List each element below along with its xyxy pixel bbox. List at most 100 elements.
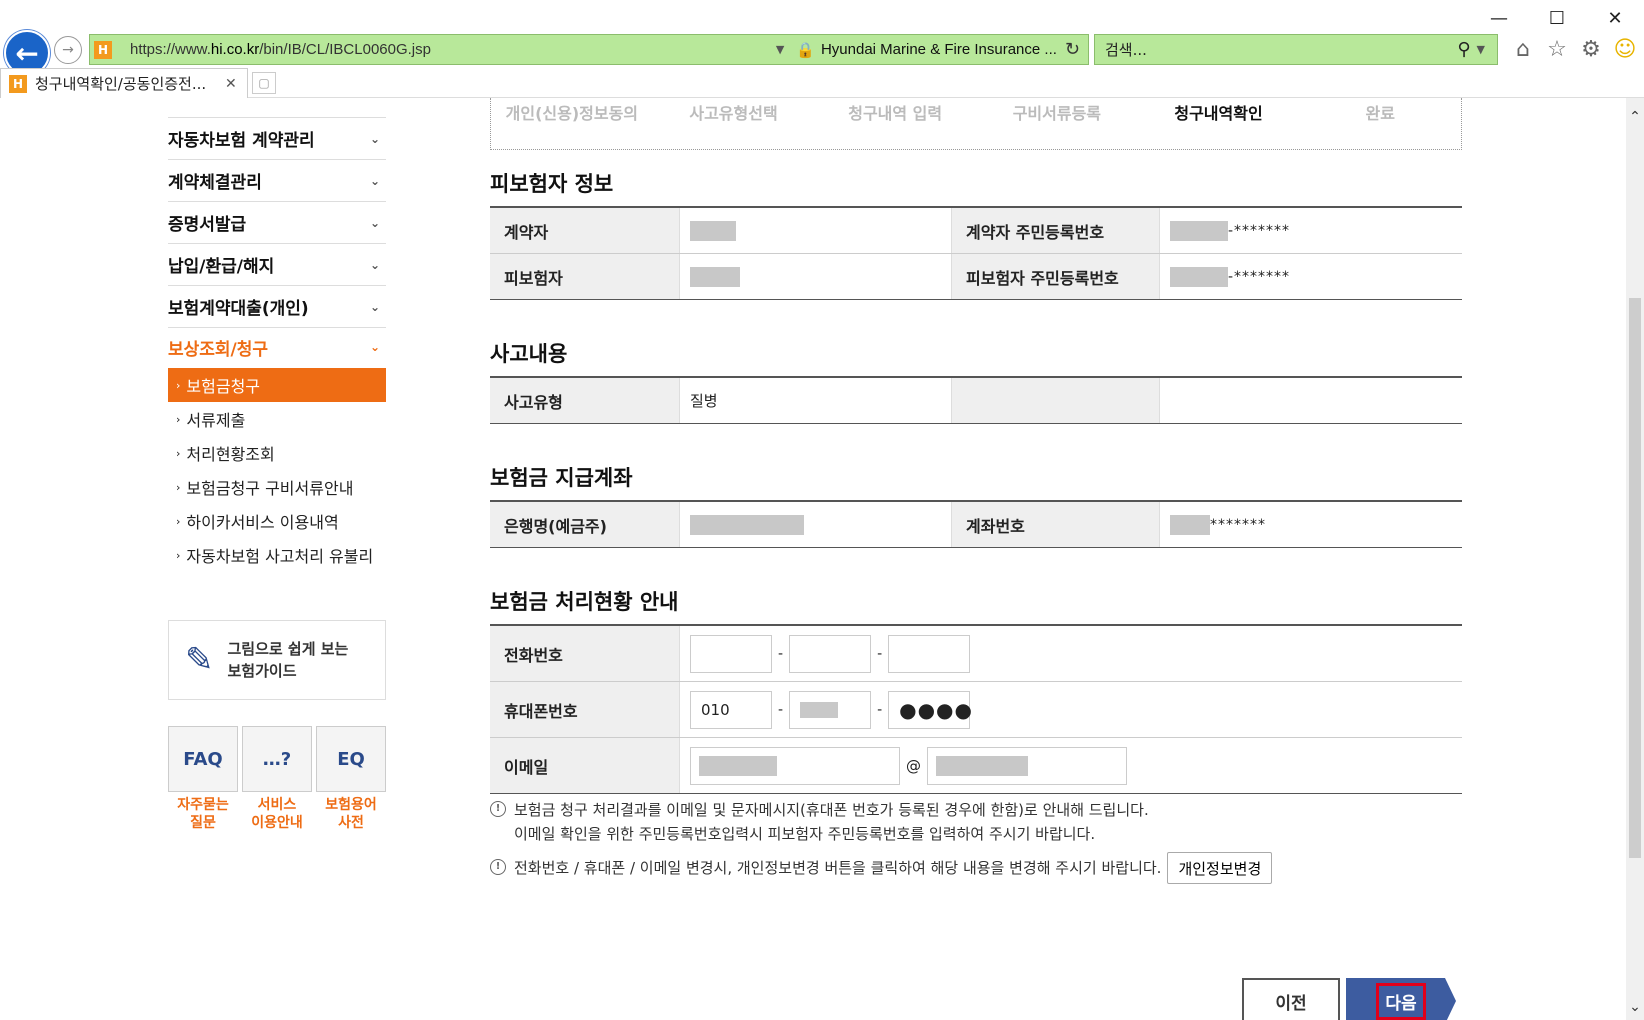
chevron-down-icon: ⌄: [369, 299, 380, 314]
page-scrollbar[interactable]: ⌃ ⌄: [1626, 98, 1644, 1020]
search-input[interactable]: 검색...: [1105, 39, 1457, 60]
tab-title: 청구내역확인/공동인증전...: [35, 75, 207, 93]
phone-field-3[interactable]: [888, 634, 971, 673]
search-dropdown-icon[interactable]: ▼: [1477, 43, 1485, 56]
info-icon: !: [490, 801, 506, 817]
sidebar-item-payment[interactable]: 납입/환급/해지 ⌄: [168, 244, 386, 286]
gear-icon[interactable]: ⚙: [1578, 36, 1604, 62]
step-item: 구비서류등록: [1012, 104, 1102, 123]
step-item: 사고유형선택: [689, 104, 778, 123]
redacted-value: [690, 266, 740, 287]
scroll-up-icon[interactable]: ⌃: [1626, 106, 1644, 128]
phone-field-1[interactable]: [690, 634, 772, 673]
pencil-icon: ✎: [185, 640, 214, 680]
table-row: 계약자 계약자 주민등록번호 -*******: [490, 208, 1462, 254]
redacted-value: [1170, 514, 1210, 535]
sidebar-item-auto-contract[interactable]: 자동차보험 계약관리 ⌄: [168, 118, 386, 160]
phone-field-2[interactable]: [789, 634, 872, 673]
sidebar-subitem[interactable]: › 하이카서비스 이용내역: [168, 504, 386, 538]
chevron-right-icon: ›: [176, 446, 181, 460]
sidebar-item-contract-mgmt[interactable]: 계약체결관리 ⌄: [168, 160, 386, 202]
redacted-value: [1170, 220, 1228, 241]
sidebar-subitem[interactable]: › 자동차보험 사고처리 유불리: [168, 538, 386, 572]
notice-2: ! 전화번호 / 휴대폰 / 이메일 변경시, 개인정보변경 버튼을 클릭하여 …: [490, 852, 1273, 884]
favorites-star-icon[interactable]: ☆: [1544, 36, 1570, 62]
chat-question-icon: …?: [242, 726, 312, 792]
section-title-status: 보험금 처리현황 안내: [490, 590, 679, 614]
section-title-insured: 피보험자 정보: [490, 172, 614, 196]
scroll-thumb[interactable]: [1629, 298, 1641, 858]
toolbar-icons: ⌂ ☆ ⚙ ☺: [1510, 36, 1638, 62]
search-icon[interactable]: ⚲: [1457, 39, 1470, 60]
refresh-icon[interactable]: ↻: [1065, 39, 1080, 60]
notice-1: ! 보험금 청구 처리결과를 이메일 및 문자메시지(휴대폰 번호가 등록된 경…: [490, 798, 1149, 846]
section-title-accident: 사고내용: [490, 342, 568, 366]
section-title-account: 보험금 지급계좌: [490, 466, 633, 490]
scroll-down-icon[interactable]: ⌄: [1626, 996, 1644, 1018]
sidebar-subitem-claim-active[interactable]: › 보험금청구: [168, 368, 386, 402]
account-table: 은행명(예금주) 계좌번호 *******: [490, 500, 1462, 548]
prev-button[interactable]: 이전: [1242, 978, 1340, 1020]
table-row: 전화번호 - -: [490, 626, 1462, 682]
table-row: 피보험자 피보험자 주민등록번호 -*******: [490, 254, 1462, 300]
quick-service-guide[interactable]: …? 서비스 이용안내: [242, 726, 312, 832]
contact-table: 전화번호 - - 휴대폰번호 010- - ●●●● 이메일 @: [490, 624, 1462, 794]
accident-type-value: 질병: [680, 378, 952, 423]
lock-icon[interactable]: 🔒: [796, 41, 815, 59]
redacted-value: [690, 514, 804, 535]
address-bar[interactable]: H https://www.hi.co.kr/bin/IB/CL/IBCL006…: [89, 34, 1089, 65]
email-id-field[interactable]: [690, 746, 900, 785]
mobile-field-3[interactable]: ●●●●: [888, 690, 972, 729]
table-row: 휴대폰번호 010- - ●●●●: [490, 682, 1462, 738]
chevron-right-icon: ›: [176, 514, 181, 528]
chevron-right-icon: ›: [176, 412, 181, 426]
next-button[interactable]: 다음: [1346, 978, 1456, 1020]
tab-favicon-icon: H: [9, 74, 27, 93]
forward-arrow-icon[interactable]: →: [54, 36, 82, 64]
redacted-value: [1170, 266, 1228, 287]
url-text[interactable]: https://www.hi.co.kr/bin/IB/CL/IBCL0060G…: [130, 41, 776, 58]
table-row: 사고유형 질병: [490, 378, 1462, 424]
new-tab-icon[interactable]: ▢: [252, 72, 276, 94]
chevron-right-icon: ›: [176, 480, 181, 494]
search-box[interactable]: 검색... ⚲ ▼: [1094, 34, 1498, 65]
change-personal-info-button[interactable]: 개인정보변경: [1167, 852, 1273, 884]
tab-close-icon[interactable]: ✕: [225, 76, 247, 92]
chevron-right-icon: ›: [176, 548, 181, 562]
step-item-current: 청구내역확인: [1174, 104, 1263, 123]
step-item: 개인(신용)정보동의: [505, 104, 639, 123]
certificate-name[interactable]: Hyundai Marine & Fire Insurance ...: [821, 41, 1057, 58]
close-icon[interactable]: ✕: [1586, 0, 1644, 36]
mobile-field-1[interactable]: 010: [690, 690, 772, 729]
chevron-down-icon: ⌄: [369, 131, 380, 146]
browser-tab[interactable]: H 청구내역확인/공동인증전... ✕: [0, 68, 248, 98]
dictionary-search-icon: EQ: [316, 726, 386, 792]
sidebar-item-loan[interactable]: 보험계약대출(개인) ⌄: [168, 286, 386, 328]
quick-glossary[interactable]: EQ 보험용어 사전: [316, 726, 386, 832]
redacted-value: [699, 755, 777, 776]
site-favicon-icon: H: [94, 40, 112, 59]
insurance-guide-banner[interactable]: ✎ 그림으로 쉽게 보는 보험가이드: [168, 620, 386, 700]
progress-steps: 개인(신용)정보동의 사고유형선택 청구내역 입력 구비서류등록 청구내역확인 …: [490, 98, 1462, 150]
step-item: 완료: [1365, 104, 1395, 123]
maximize-icon[interactable]: ☐: [1528, 0, 1586, 36]
mobile-field-2[interactable]: [789, 690, 872, 729]
quick-faq[interactable]: FAQ 자주묻는 질문: [168, 726, 238, 832]
chevron-down-icon: ⌄: [369, 215, 380, 230]
email-domain-field[interactable]: [927, 746, 1127, 785]
chevron-down-icon: ⌄: [369, 257, 380, 272]
redacted-value: [690, 220, 736, 241]
insured-table: 계약자 계약자 주민등록번호 -******* 피보험자 피보험자 주민등록번호…: [490, 206, 1462, 300]
sidebar-subitem[interactable]: › 서류제출: [168, 402, 386, 436]
home-icon[interactable]: ⌂: [1510, 36, 1536, 62]
address-dropdown-icon[interactable]: ▼: [776, 43, 784, 56]
sidebar-item-claims[interactable]: 보상조회/청구 ⌄: [168, 326, 386, 368]
sidebar-item-certificate[interactable]: 증명서발급 ⌄: [168, 202, 386, 244]
chevron-down-icon: ⌄: [369, 173, 380, 188]
minimize-icon[interactable]: —: [1470, 0, 1528, 36]
sidebar-subitem[interactable]: › 처리현황조회: [168, 436, 386, 470]
tab-bar: H 청구내역확인/공동인증전... ✕ ▢: [0, 68, 1644, 98]
sidebar-subitem[interactable]: › 보험금청구 구비서류안내: [168, 470, 386, 504]
redacted-value: [800, 701, 839, 718]
smiley-feedback-icon[interactable]: ☺: [1612, 36, 1638, 62]
